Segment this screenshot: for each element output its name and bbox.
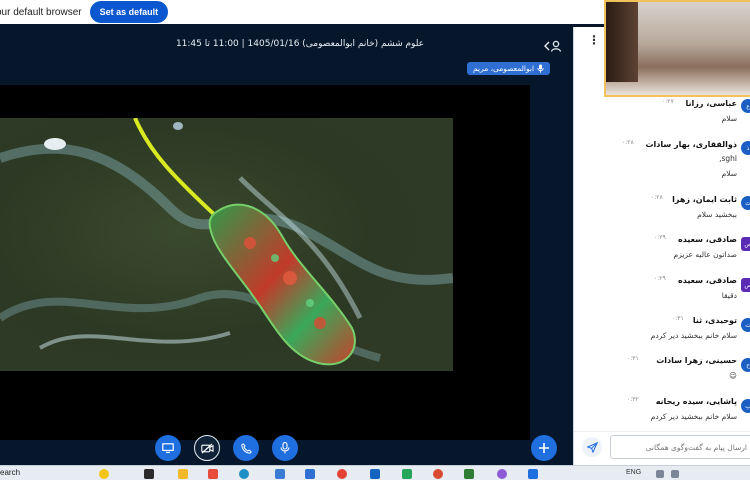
weather-icon[interactable]: [99, 469, 109, 479]
avatar: ح: [741, 358, 750, 372]
presenter-name: ابوالمعصومی، مریم: [473, 64, 535, 73]
message-time: ۰:۲۹: [654, 234, 666, 241]
meeting-title: علوم ششم (خانم ابوالمعصومی) 1405/01/16 |…: [175, 39, 425, 49]
avatar: ص: [741, 237, 750, 251]
message-text: سلام: [721, 114, 737, 123]
message-time: ۰:۳۱: [672, 315, 684, 322]
send-message-button[interactable]: [582, 437, 602, 457]
meeting-area: علوم ششم (خانم ابوالمعصومی) 1405/01/16 |…: [0, 27, 573, 465]
webcam-video: [606, 2, 750, 95]
message-author: ذوالفقاری، بهار سادات: [645, 140, 737, 149]
avatar: ث: [741, 196, 750, 210]
chat-input-row: [574, 431, 750, 461]
message-time: ۰:۲۸: [651, 194, 663, 201]
chrome-icon[interactable]: [337, 469, 347, 479]
user-icon: [544, 40, 562, 52]
word-icon[interactable]: [370, 469, 380, 479]
media-controls: [155, 435, 298, 461]
presentation-video: [0, 85, 530, 440]
windows-taskbar: earch ENG: [0, 465, 750, 480]
message-text: صداتون عالیه عزیزم: [673, 250, 737, 259]
webcam-preview[interactable]: [604, 0, 750, 97]
plus-icon: [539, 443, 549, 453]
message-time: ۰:۲۷: [662, 98, 674, 105]
message-time: ۰:۳۱: [627, 355, 639, 362]
app-icon[interactable]: [402, 469, 412, 479]
message-time: ۰:۲۹: [654, 275, 666, 282]
app-icon[interactable]: [528, 469, 538, 479]
message-text: سلام: [721, 169, 737, 178]
phone-icon: [240, 442, 252, 454]
screen-share-icon: [162, 443, 174, 453]
edge-icon[interactable]: [239, 469, 249, 479]
avatar: پ: [741, 399, 750, 413]
camera-button[interactable]: [194, 435, 220, 461]
file-explorer-icon[interactable]: [178, 469, 188, 479]
microphone-button[interactable]: [272, 435, 298, 461]
message-author: حسینی، زهرا سادات: [656, 356, 737, 365]
meeting-header: علوم ششم (خانم ابوالمعصومی) 1405/01/16 |…: [0, 27, 573, 63]
default-browser-message: our default browser: [0, 6, 82, 18]
message-text: سلام خانم ببخشید دیر کردم: [650, 331, 737, 340]
presenter-tag: ابوالمعصومی، مریم: [467, 62, 551, 75]
network-icon[interactable]: [656, 470, 664, 478]
message-author: عباسی، رزانا: [685, 99, 737, 108]
message-author: توحیدی، ثنا: [692, 316, 737, 325]
message-text: ببخشید سلام: [697, 210, 737, 219]
avatar: ع: [741, 99, 750, 113]
message-time: ۰:۲۸: [622, 139, 634, 146]
message-author: صادقی، سعیده: [678, 276, 737, 285]
share-screen-button[interactable]: [155, 435, 181, 461]
bacteria-micrograph: [0, 118, 453, 371]
excel-icon[interactable]: [464, 469, 474, 479]
message-text: 😉: [729, 371, 737, 380]
app-icon[interactable]: [497, 469, 507, 479]
webcam-shadow: [606, 2, 638, 82]
send-icon: [586, 441, 598, 453]
avatar: ت: [741, 318, 750, 332]
chat-options-icon[interactable]: ⋮: [588, 33, 600, 47]
participants-toggle[interactable]: [543, 37, 563, 56]
actions-button[interactable]: [531, 435, 557, 461]
message-author: ثابت ایمان، زهرا: [672, 195, 737, 204]
message-time: ۰:۳۲: [627, 396, 639, 403]
mail-icon[interactable]: [305, 469, 315, 479]
app-icon[interactable]: [208, 469, 218, 479]
volume-icon[interactable]: [671, 470, 679, 478]
message-text: sghl,: [719, 154, 737, 163]
phone-button[interactable]: [233, 435, 259, 461]
message-author: صادقی، سعیده: [678, 235, 737, 244]
microphone-icon: [537, 64, 544, 73]
chat-message-input[interactable]: [610, 435, 750, 459]
app-icon[interactable]: [433, 469, 443, 479]
message-author: پاشایی، سیده ریحانه: [655, 397, 737, 406]
task-view-icon[interactable]: [144, 469, 154, 479]
language-indicator[interactable]: ENG: [626, 469, 641, 476]
avatar: ذ: [741, 141, 750, 155]
avatar: ص: [741, 278, 750, 292]
camera-off-icon: [200, 443, 214, 453]
set-as-default-button[interactable]: Set as default: [89, 1, 169, 23]
message-text: دقیقا: [721, 291, 737, 300]
message-text: سلام خانم ببخشید دیر کردم: [650, 412, 737, 421]
mic-icon: [280, 442, 290, 454]
taskbar-search[interactable]: earch: [0, 468, 20, 477]
store-icon[interactable]: [275, 469, 285, 479]
